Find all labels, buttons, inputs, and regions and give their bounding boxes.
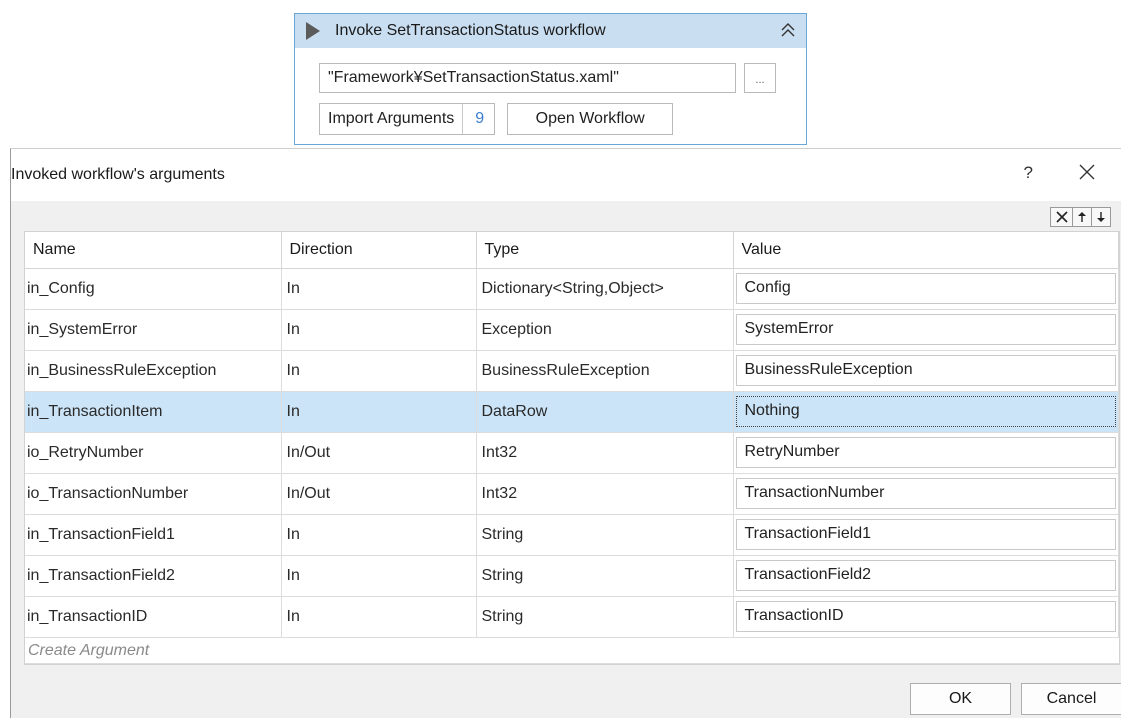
argument-name: io_RetryNumber <box>25 432 282 474</box>
move-down-button[interactable] <box>1091 208 1110 226</box>
argument-value-input[interactable]: TransactionField1 <box>735 519 1116 550</box>
argument-direction-select[interactable]: In <box>281 350 477 392</box>
argument-value-input[interactable]: BusinessRuleException <box>735 355 1116 386</box>
argument-value-cell: Nothing <box>733 391 1119 433</box>
argument-value-input[interactable]: TransactionNumber <box>735 478 1116 509</box>
argument-direction-select[interactable]: In <box>281 268 477 310</box>
argument-direction-select[interactable]: In <box>281 555 477 597</box>
argument-type: Exception <box>476 309 734 351</box>
browse-button[interactable]: ... <box>744 63 776 93</box>
argument-type: Int32 <box>476 432 734 474</box>
table-row[interactable]: in_TransactionField2 In String TransactionF… <box>25 555 1119 597</box>
argument-value-cell: TransactionNumber <box>733 473 1119 515</box>
activity-title: Invoke SetTransactionStatus workflow <box>335 22 606 39</box>
argument-type: BusinessRuleException <box>476 350 734 392</box>
argument-type: String <box>476 596 734 638</box>
column-header-direction[interactable]: Direction <box>281 232 477 269</box>
argument-name: in_BusinessRuleException <box>25 350 282 392</box>
argument-type: Dictionary<String,Object> <box>476 268 734 310</box>
argument-name: in_TransactionItem <box>25 391 282 433</box>
arguments-dialog: Invoked workflow's arguments ? Name Dire… <box>10 148 1121 718</box>
close-icon[interactable] <box>1077 161 1097 183</box>
argument-value-input[interactable]: Nothing <box>735 396 1116 427</box>
argument-direction-select[interactable]: In <box>281 514 477 556</box>
argument-name: in_TransactionField1 <box>25 514 282 556</box>
argument-type: Int32 <box>476 473 734 515</box>
argument-value-input[interactable]: RetryNumber <box>735 437 1116 468</box>
argument-type: String <box>476 555 734 597</box>
import-arguments-button[interactable]: Import Arguments 9 <box>319 103 496 135</box>
argument-type: String <box>476 514 734 556</box>
open-workflow-button[interactable]: Open Workflow <box>507 103 674 135</box>
argument-value-cell: Config <box>733 268 1119 310</box>
column-header-name[interactable]: Name <box>25 232 282 269</box>
argument-value-cell: BusinessRuleException <box>733 350 1119 392</box>
table-row[interactable]: in_TransactionItem In DataRow Nothing <box>25 391 1119 433</box>
argument-value-cell: TransactionField2 <box>733 555 1119 597</box>
play-icon <box>306 22 320 40</box>
help-button[interactable]: ? <box>1024 163 1033 183</box>
argument-value-cell: TransactionField1 <box>733 514 1119 556</box>
argument-value-input[interactable]: TransactionField2 <box>735 560 1116 591</box>
table-row[interactable]: in_Config In Dictionary<String,Object> Conf… <box>25 268 1119 310</box>
delete-icon <box>1055 211 1068 223</box>
arguments-grid: Name Direction Type Value in_Config In Dic… <box>24 231 1120 665</box>
argument-name: in_SystemError <box>25 309 282 351</box>
argument-name: in_TransactionID <box>25 596 282 638</box>
argument-value-cell: TransactionID <box>733 596 1119 638</box>
table-row[interactable]: io_TransactionNumber In/Out Int32 Transacti… <box>25 473 1119 515</box>
double-chevron-up-icon[interactable] <box>780 21 796 41</box>
argument-value-cell: SystemError <box>733 309 1119 351</box>
argument-name: io_TransactionNumber <box>25 473 282 515</box>
argument-direction-select[interactable]: In/Out <box>281 432 477 474</box>
cancel-button[interactable]: Cancel <box>1021 683 1121 715</box>
argument-name: in_Config <box>25 268 282 310</box>
column-header-type[interactable]: Type <box>476 232 734 269</box>
table-row[interactable]: in_TransactionID In String TransactionID <box>25 596 1119 638</box>
table-row[interactable]: io_RetryNumber In/Out Int32 RetryNumber <box>25 432 1119 474</box>
arrow-up-icon <box>1078 212 1086 222</box>
argument-value-input[interactable]: TransactionID <box>735 601 1116 632</box>
argument-direction-select[interactable]: In <box>281 309 477 351</box>
arrow-down-icon <box>1097 212 1105 222</box>
ok-button[interactable]: OK <box>910 683 1011 715</box>
create-argument-row[interactable]: Create Argument <box>25 638 1119 664</box>
argument-type: DataRow <box>476 391 734 433</box>
argument-count-badge: 9 <box>475 110 485 127</box>
argument-toolbar <box>1050 207 1111 227</box>
argument-name: in_TransactionField2 <box>25 555 282 597</box>
argument-value-input[interactable]: Config <box>735 273 1116 304</box>
column-header-value[interactable]: Value <box>733 232 1119 269</box>
import-arguments-label: Import Arguments <box>320 104 464 134</box>
argument-direction-select[interactable]: In <box>281 391 477 433</box>
argument-direction-select[interactable]: In/Out <box>281 473 477 515</box>
invoke-workflow-activity[interactable]: Invoke SetTransactionStatus workflow ...… <box>294 13 807 145</box>
table-row[interactable]: in_SystemError In Exception SystemError <box>25 309 1119 351</box>
argument-value-cell: RetryNumber <box>733 432 1119 474</box>
dialog-title: Invoked workflow's arguments <box>11 166 225 183</box>
argument-value-input[interactable]: SystemError <box>735 314 1116 345</box>
delete-argument-button[interactable] <box>1051 208 1072 226</box>
activity-header[interactable]: Invoke SetTransactionStatus workflow <box>295 14 806 48</box>
dialog-title-bar[interactable]: Invoked workflow's arguments ? <box>11 149 1121 201</box>
move-up-button[interactable] <box>1072 208 1091 226</box>
workflow-file-path-input[interactable] <box>319 63 736 93</box>
table-row[interactable]: in_BusinessRuleException In BusinessRuleEx… <box>25 350 1119 392</box>
argument-direction-select[interactable]: In <box>281 596 477 638</box>
table-row[interactable]: in_TransactionField1 In String TransactionF… <box>25 514 1119 556</box>
